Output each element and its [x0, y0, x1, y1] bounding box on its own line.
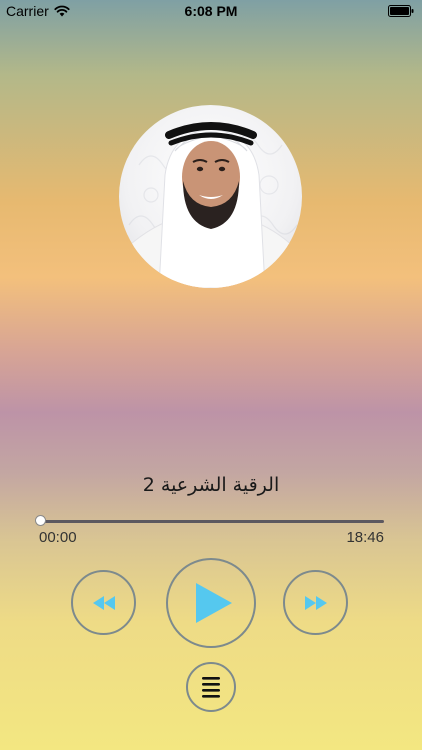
rewind-button[interactable] [71, 570, 136, 635]
reciter-avatar [119, 105, 302, 288]
reciter-portrait-image [119, 122, 302, 288]
progress-slider[interactable] [35, 515, 384, 526]
play-button[interactable] [166, 558, 256, 648]
status-time: 6:08 PM [184, 3, 238, 19]
elapsed-time: 00:00 [39, 529, 77, 546]
fast-forward-button[interactable] [283, 570, 348, 635]
playlist-button[interactable] [186, 662, 236, 712]
total-duration: 18:46 [346, 529, 384, 546]
track-title: الرقية الشرعية 2 [142, 474, 280, 496]
battery-icon [388, 5, 414, 17]
progress-thumb[interactable] [35, 515, 46, 526]
list-icon [202, 677, 220, 698]
play-icon [196, 583, 232, 623]
fast-forward-icon [304, 595, 327, 610]
status-bar: Carrier 6:08 PM [0, 0, 422, 22]
rewind-icon [92, 595, 115, 610]
